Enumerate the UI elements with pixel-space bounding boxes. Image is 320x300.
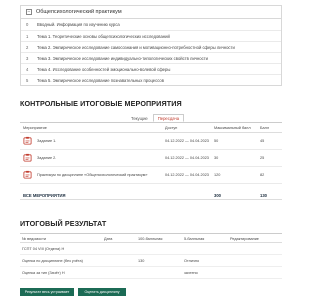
col-edit: Редактирование [230, 237, 259, 241]
table-row: Оценка за тип (Зачёт) Н зачтено [20, 267, 282, 279]
result-heading: ИТОГОВЫЙ РЕЗУЛЬТАТ [20, 219, 107, 228]
course-topic-list: 0 Вводный. Информация по изучению курса 1… [20, 18, 282, 86]
collapse-icon[interactable]: − [26, 9, 32, 15]
task-icon [23, 170, 32, 179]
practice-header[interactable]: − Общепсихологический практикум [20, 5, 282, 18]
list-item[interactable]: 5 Тема 5. Эмпирическое исследование позна… [21, 74, 281, 85]
results-header: № ведомости Дата 100-балльная 5-балльная… [20, 234, 282, 243]
event-tabs: Текущие Пересдача [126, 114, 185, 122]
col-points: 100-балльная [138, 237, 163, 241]
events-total-row: ВСЕ МЕРОПРИЯТИЯ 300 130 [20, 190, 282, 200]
control-heading: КОНТРОЛЬНЫЕ ИТОГОВЫЕ МЕРОПРИЯТИЯ [20, 99, 182, 108]
col-score: Балл [260, 126, 270, 130]
list-item[interactable]: 0 Вводный. Информация по изучению курса [21, 19, 281, 30]
col-max: Максимальный балл [214, 126, 251, 130]
total-score: 130 [260, 193, 267, 198]
table-row: ГСПТ 04 VIII (Отдела) Н [20, 243, 282, 255]
points-cell: 130 [138, 259, 145, 263]
events-table: Мероприятие Доступ Максимальный балл Бал… [20, 122, 282, 184]
results-table: № ведомости Дата 100-балльная 5-балльная… [20, 233, 282, 279]
list-item[interactable]: 3 Тема 3. Эмпирическое исследование индив… [21, 52, 281, 63]
table-row[interactable]: Задание 2. 04.12.2022 — 04.04.2023 30 25 [20, 150, 282, 167]
event-max: 30 [214, 156, 219, 160]
event-dates: 04.12.2022 — 04.04.2023 [165, 156, 209, 160]
col-statement: № ведомости [22, 237, 46, 241]
event-score: 45 [260, 139, 265, 143]
event-name[interactable]: Задание 2. [37, 156, 56, 160]
table-row[interactable]: Задание 1. 04.12.2022 — 04.04.2023 50 45 [20, 133, 282, 150]
event-dates: 04.12.2022 — 04.04.2023 [165, 173, 209, 177]
events-header: Мероприятие Доступ Максимальный балл Бал… [20, 123, 282, 133]
list-item[interactable]: 2 Тема 2. Эмпирическое исследование самос… [21, 41, 281, 52]
table-row[interactable]: Практикум по дисциплине «Общепсихологиче… [20, 167, 282, 184]
total-label: ВСЕ МЕРОПРИЯТИЯ [23, 193, 66, 198]
event-max: 120 [214, 173, 221, 177]
total-max: 300 [214, 193, 221, 198]
col-access: Доступ [165, 126, 178, 130]
table-row: Оценка по дисциплине (без учёта) 130 Отл… [20, 255, 282, 267]
grade5-cell: Отлично [184, 259, 200, 263]
list-item[interactable]: 1 Тема 1. Теоретические основы общепсихол… [21, 30, 281, 41]
col-grade5: 5-балльная [184, 237, 205, 241]
statement-cell: Оценка за тип (Зачёт) Н [22, 271, 65, 275]
list-item[interactable]: 4 Тема 4. Исследование особенностей эмоци… [21, 63, 281, 74]
task-icon [23, 153, 32, 162]
task-icon [23, 136, 32, 145]
col-date: Дата [104, 237, 113, 241]
statement-cell: ГСПТ 04 VIII (Отдела) Н [22, 247, 65, 251]
event-score: 82 [260, 173, 265, 177]
rate-course-button[interactable]: Оценить дисциплину [78, 288, 126, 296]
event-score: 25 [260, 156, 265, 160]
grade5-cell: зачтено [184, 271, 198, 275]
practice-title: Общепсихологический практикум [36, 9, 122, 15]
tab-retake[interactable]: Пересдача [152, 114, 185, 122]
col-event: Мероприятие [23, 126, 47, 130]
tab-current[interactable]: Текущие [126, 114, 153, 122]
event-dates: 04.12.2022 — 04.04.2023 [165, 139, 209, 143]
event-name[interactable]: Задание 1. [37, 139, 56, 143]
event-name[interactable]: Практикум по дисциплине «Общепсихологиче… [37, 173, 148, 177]
accept-results-button[interactable]: Результат весь устраивает [20, 288, 74, 296]
statement-cell: Оценка по дисциплине (без учёта) [22, 259, 83, 263]
event-max: 50 [214, 139, 219, 143]
